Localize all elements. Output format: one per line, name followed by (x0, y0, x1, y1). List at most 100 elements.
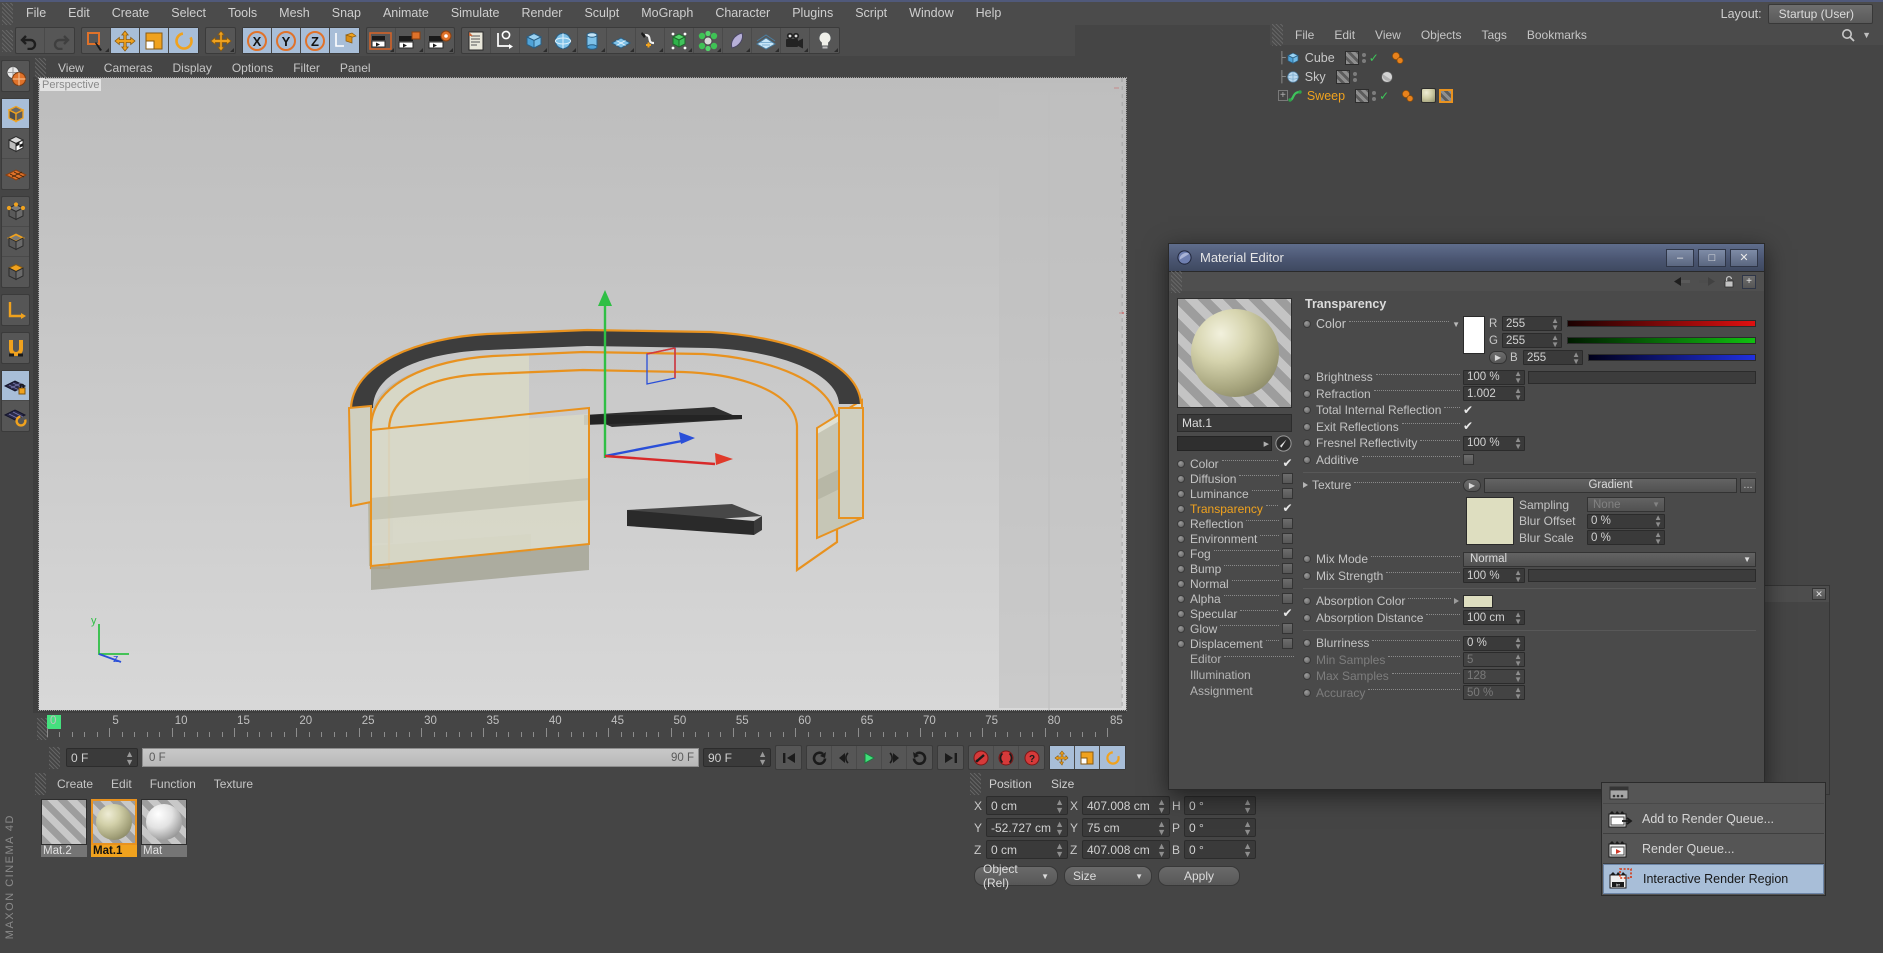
key-scale-button[interactable] (1075, 746, 1100, 769)
material-thumbnail-olive[interactable] (91, 799, 137, 845)
menu-tools[interactable]: Tools (217, 1, 268, 26)
channel-checkbox[interactable] (1282, 623, 1293, 634)
material-channel-reflection[interactable]: Reflection (1177, 516, 1297, 531)
viewport-canvas[interactable]: Perspective y z (38, 77, 1127, 711)
param-checkbox[interactable] (1463, 454, 1474, 466)
objmgr-menu-edit[interactable]: Edit (1324, 25, 1365, 45)
viewport-menu-panel[interactable]: Panel (330, 60, 381, 77)
rotate-tool[interactable] (169, 28, 198, 53)
channel-checkbox[interactable] (1282, 518, 1293, 529)
channel-filter-input[interactable]: ▶ (1177, 436, 1272, 451)
color-mode-expand-button[interactable]: ▶ (1489, 351, 1507, 364)
material-editor-titlebar[interactable]: Material Editor – □ ✕ (1169, 244, 1764, 272)
lock-z-axis-button[interactable]: Z (301, 28, 330, 53)
size-y-field[interactable]: 75 cm ▲ ▼ (1082, 818, 1170, 837)
objmgr-menu-bookmarks[interactable]: Bookmarks (1517, 25, 1597, 45)
material-page-illumination[interactable]: Illumination (1177, 667, 1297, 683)
visibility-dots[interactable] (1372, 90, 1377, 101)
channel-checkbox[interactable] (1282, 473, 1293, 484)
objmgr-menu-file[interactable]: File (1285, 25, 1324, 45)
channel-checkbox[interactable] (1282, 548, 1293, 559)
size-mode-select[interactable]: Size ▼ (1064, 866, 1152, 886)
cylinder-primitive-button[interactable] (578, 28, 607, 53)
sky-material-tag-icon[interactable] (1379, 70, 1395, 84)
rotation-p-field[interactable]: 0 ° ▲ ▼ (1184, 818, 1256, 837)
scale-tool[interactable] (140, 28, 169, 53)
channel-checkbox[interactable] (1282, 578, 1293, 589)
material-name-field[interactable]: Mat.1 (1177, 414, 1292, 432)
chevron-down-icon[interactable]: ▼ (1452, 320, 1460, 329)
coordinate-system-select[interactable]: Object (Rel) ▼ (974, 862, 1058, 890)
context-item-add-to-render-queue[interactable]: Add to Render Queue... (1603, 804, 1824, 834)
play-button[interactable] (857, 746, 882, 769)
position-z-field[interactable]: 0 cm ▲ ▼ (986, 840, 1068, 859)
menu-help[interactable]: Help (965, 1, 1013, 26)
object-layer-square[interactable] (1344, 50, 1359, 65)
material-channel-glow[interactable]: Glow (1177, 621, 1297, 636)
mix-mode-select[interactable]: Normal ▼ (1463, 551, 1756, 567)
go-to-previous-key-button[interactable] (807, 746, 832, 769)
material-channel-normal[interactable]: Normal (1177, 576, 1297, 591)
material-channel-bump[interactable]: Bump (1177, 561, 1297, 576)
material-channel-specular[interactable]: Specular ✔ (1177, 606, 1297, 621)
object-manager-grip[interactable] (1272, 24, 1283, 46)
param-slider-brightness[interactable] (1528, 370, 1756, 384)
mix-strength-slider[interactable] (1528, 569, 1756, 583)
render-view-button[interactable] (367, 28, 396, 53)
array-generator-button[interactable] (665, 28, 694, 53)
param-field-brightness[interactable]: 100 % ▲ ▼ (1463, 369, 1525, 385)
param-field-min-samples[interactable]: 5 ▲ ▼ (1463, 652, 1525, 668)
material-channel-color[interactable]: Color ✔ (1177, 456, 1297, 471)
material-manager-grip[interactable] (35, 773, 46, 795)
search-icon[interactable] (1841, 28, 1855, 42)
apply-button[interactable]: Apply (1158, 866, 1240, 886)
spline-pen-button[interactable] (636, 28, 665, 53)
back-arrow-icon[interactable] (1673, 276, 1691, 287)
material-channel-transparency[interactable]: Transparency ✔ (1177, 501, 1297, 516)
object-layer-square[interactable] (1335, 69, 1350, 84)
timeline-ruler[interactable]: 0 5 10 15 20 25 30 35 40 45 50 55 60 65 70 75 80 85 (47, 715, 1123, 741)
menu-character[interactable]: Character (704, 1, 781, 26)
channel-check-icon[interactable]: ✔ (1281, 607, 1294, 619)
enable-check-icon[interactable]: ✓ (1369, 51, 1379, 65)
material-thumbnail-white[interactable] (141, 799, 187, 845)
channel-check-icon[interactable]: ✔ (1281, 502, 1294, 514)
cube-primitive-button[interactable] (520, 28, 549, 53)
null-object-button[interactable] (491, 28, 520, 53)
keyframe-selection-help-button[interactable]: ? (1019, 746, 1044, 769)
size-z-field[interactable]: 407.008 cm ▲ ▼ (1082, 840, 1170, 859)
model-mode-button[interactable] (2, 99, 29, 129)
menu-edit[interactable]: Edit (57, 1, 101, 26)
render-settings-button[interactable] (425, 28, 454, 53)
edges-mode-button[interactable] (2, 227, 29, 257)
align-workplane-button[interactable] (2, 401, 29, 431)
points-mode-button[interactable] (2, 197, 29, 227)
param-field-fresnel-reflectivity[interactable]: 100 % ▲ ▼ (1463, 435, 1525, 451)
menu-plugins[interactable]: Plugins (781, 1, 844, 26)
current-frame-field[interactable]: 0 F ▲ ▼ (66, 748, 138, 767)
end-frame-spinner[interactable]: ▲ ▼ (758, 749, 767, 766)
visibility-dots[interactable] (1361, 52, 1366, 63)
menu-snap[interactable]: Snap (321, 1, 372, 26)
blur-offset-field[interactable]: 0 % ▲ ▼ (1587, 513, 1665, 529)
viewport-grip[interactable] (35, 57, 46, 80)
channel-r-slider[interactable] (1567, 320, 1756, 327)
channel-g-slider[interactable] (1567, 337, 1756, 344)
render-region-button[interactable] (396, 28, 425, 53)
material-swatch[interactable]: Mat (141, 799, 187, 857)
material-thumbnail-checker[interactable] (41, 799, 87, 845)
close-icon[interactable]: ✕ (1812, 588, 1826, 600)
menu-file[interactable]: File (15, 1, 57, 26)
new-document-button[interactable] (462, 28, 491, 53)
object-world-mode-icon[interactable] (2, 61, 29, 91)
workplane-mode-button[interactable] (2, 159, 29, 189)
texture-expand-button[interactable]: ▶ (1463, 478, 1481, 492)
timeline-scrub-bar[interactable]: 0 F 90 F (142, 748, 699, 767)
key-position-button[interactable] (1050, 746, 1075, 769)
objmgr-menu-objects[interactable]: Objects (1411, 25, 1472, 45)
enable-axis-modification-button[interactable] (2, 295, 29, 325)
lock-icon[interactable] (1723, 275, 1735, 288)
matmgr-menu-edit[interactable]: Edit (102, 777, 141, 791)
rotation-b-field[interactable]: 0 ° ▲ ▼ (1184, 840, 1256, 859)
mix-strength-field[interactable]: 100 % ▲ ▼ (1463, 568, 1525, 584)
